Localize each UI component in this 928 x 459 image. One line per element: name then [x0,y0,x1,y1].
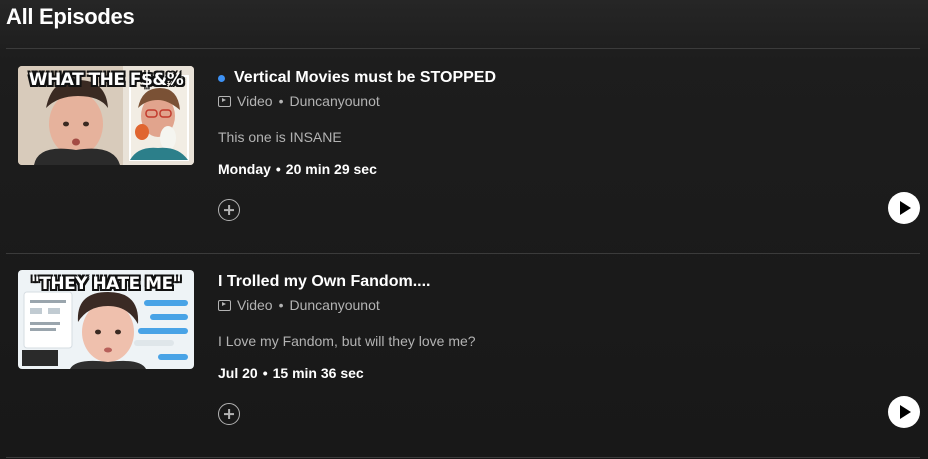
episode-type: Video [237,93,273,109]
play-icon[interactable] [888,192,920,224]
channel-link[interactable]: Duncanyounot [289,93,379,109]
new-episode-dot-icon [218,74,225,82]
episode-type: Video [237,297,273,313]
play-icon[interactable] [888,396,920,428]
episode-date: Monday [218,161,271,177]
episode-date-duration: Jul 20 • 15 min 36 sec [218,365,364,381]
episode-title-row: Vertical Movies must be STOPPED [218,66,496,90]
date-separator: • [275,161,281,177]
episode-row[interactable]: WHAT THE F$&% Vertical Movies must be ST… [6,49,920,252]
plus-circle-icon[interactable] [218,199,240,221]
episode-thumbnail[interactable]: WHAT THE F$&% [18,66,194,165]
episode-title-row: I Trolled my Own Fandom.... [218,270,430,294]
episode-date-duration: Monday • 20 min 29 sec [218,161,377,177]
episode-description: I Love my Fandom, but will they love me? [218,333,476,349]
episode-row[interactable]: "THEY HATE ME" I Trolled my Own Fandom..… [6,253,920,456]
episode-description: This one is INSANE [218,129,342,145]
video-icon [218,95,231,107]
episode-duration: 20 min 29 sec [285,161,377,177]
episode-meta: Video • Duncanyounot [218,297,380,313]
section-title: All Episodes [6,4,135,29]
video-icon [218,299,231,311]
episode-meta: Video • Duncanyounot [218,93,380,109]
episode-thumbnail[interactable]: "THEY HATE ME" [18,270,194,369]
divider [6,457,920,458]
meta-separator: • [278,297,284,313]
meta-separator: • [278,93,284,109]
plus-circle-icon[interactable] [218,403,240,425]
episode-title[interactable]: I Trolled my Own Fandom.... [218,273,430,291]
thumbnail-caption: WHAT THE F$&% [28,70,184,90]
episode-date: Jul 20 [218,365,258,381]
episode-title[interactable]: Vertical Movies must be STOPPED [234,69,496,87]
thumbnail-caption: "THEY HATE ME" [30,274,182,294]
channel-link[interactable]: Duncanyounot [289,297,379,313]
date-separator: • [262,365,268,381]
episode-duration: 15 min 36 sec [272,365,364,381]
